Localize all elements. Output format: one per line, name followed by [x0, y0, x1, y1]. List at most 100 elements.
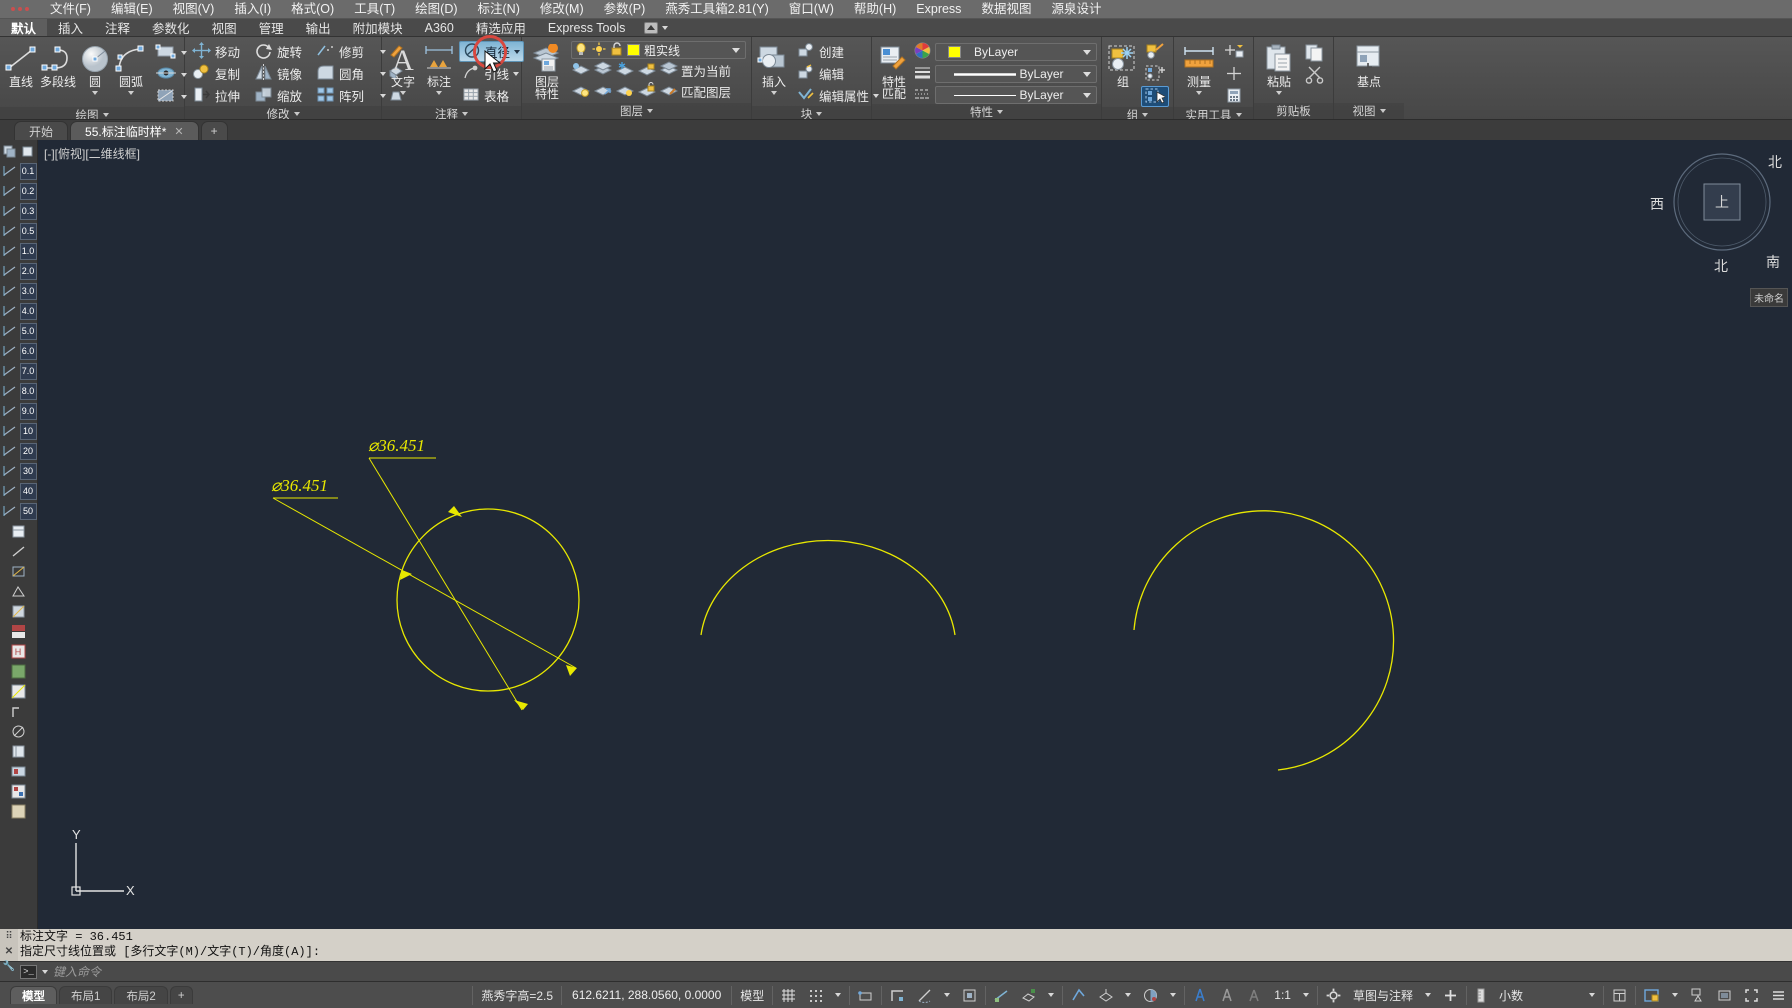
units-dropdown[interactable] — [1583, 984, 1601, 1006]
quick-access-toolbar[interactable] — [0, 0, 40, 19]
ribbon-tab-1[interactable]: 插入 — [47, 19, 94, 36]
layout-tab-2[interactable]: 布局2 — [114, 986, 168, 1004]
layer-thaw-icon[interactable] — [615, 82, 635, 101]
view-cube[interactable]: 上 北 西 — [1650, 150, 1782, 274]
tool-line[interactable]: 直线 — [4, 40, 38, 89]
chevron-down-icon[interactable] — [42, 969, 48, 974]
tool-circle[interactable]: 圆 — [78, 40, 112, 95]
menu-item-14[interactable]: 数据视图 — [971, 0, 1041, 19]
tool-array[interactable]: 阵列 — [313, 85, 373, 106]
panel-utilities-title[interactable]: 实用工具 — [1174, 107, 1253, 119]
chevron-down-icon[interactable] — [128, 91, 135, 95]
match-layer-label[interactable]: 匹配图层 — [681, 82, 731, 101]
workspace-dropdown[interactable] — [1419, 984, 1437, 1006]
workspace-gear-icon[interactable] — [1320, 984, 1347, 1006]
chevron-down-icon[interactable] — [1142, 113, 1149, 117]
draw-order-back-icon[interactable] — [19, 143, 37, 161]
dim-tool-icon-8[interactable] — [1, 322, 19, 340]
tool-trim[interactable]: 修剪 — [313, 41, 373, 62]
chevron-down-icon[interactable] — [293, 112, 300, 116]
dim-size-label-1[interactable]: 0.2 — [19, 182, 37, 200]
tool-arc[interactable]: 圆弧 — [114, 40, 148, 95]
left-tool-14[interactable] — [10, 802, 28, 820]
chevron-down-icon[interactable] — [1235, 113, 1242, 117]
layer-unlock-icon[interactable] — [637, 82, 657, 101]
osnap-tracking-toggle[interactable] — [988, 984, 1015, 1006]
lock-ui-dropdown[interactable] — [1666, 984, 1684, 1006]
tool-cut-clip[interactable] — [1301, 65, 1329, 86]
annotation-scale-dropdown[interactable] — [1297, 984, 1315, 1006]
file-tab-1[interactable]: 55.标注临时样* ✕ — [70, 121, 199, 140]
autoscale-toggle[interactable] — [1214, 984, 1241, 1006]
panel-block-title[interactable]: 块 — [752, 106, 871, 119]
model-space-indicator[interactable]: 模型 — [734, 984, 770, 1006]
tool-base-point[interactable]: 基点 — [1345, 40, 1393, 89]
draw-order-icon[interactable] — [1, 143, 19, 161]
menu-item-5[interactable]: 工具(T) — [344, 0, 405, 19]
ribbon-tab-7[interactable]: 附加模块 — [342, 19, 414, 36]
ribbon-tab-3[interactable]: 参数化 — [141, 19, 201, 36]
tool-group-select[interactable] — [1141, 86, 1169, 107]
status-bar-more-menu[interactable] — [1765, 984, 1792, 1006]
chevron-down-icon[interactable] — [662, 25, 669, 30]
dim-tool-icon-14[interactable] — [1, 442, 19, 460]
drag-handle-icon[interactable]: ⠿ — [5, 930, 12, 945]
dim-size-label-12[interactable]: 9.0 — [19, 402, 37, 420]
dim-size-label-16[interactable]: 40 — [19, 482, 37, 500]
command-grip[interactable]: ⠿ ✕ 🔧 — [0, 929, 18, 973]
dim-tool-icon-0[interactable] — [1, 162, 19, 180]
dim-tool-icon-15[interactable] — [1, 462, 19, 480]
dim-size-label-0[interactable]: 0.1 — [19, 162, 37, 180]
dim-tool-icon-3[interactable] — [1, 222, 19, 240]
dim-tool-icon-6[interactable] — [1, 282, 19, 300]
ribbon-tab-9[interactable]: 精选应用 — [465, 19, 537, 36]
ribbon-tab-8[interactable]: A360 — [414, 19, 465, 36]
layer-lock-icon[interactable] — [637, 61, 657, 80]
left-tool-9[interactable] — [10, 702, 28, 720]
units-icon[interactable] — [1469, 984, 1493, 1006]
close-icon[interactable]: ✕ — [174, 125, 183, 138]
chevron-down-icon[interactable] — [1276, 91, 1282, 95]
tool-quick-select[interactable] — [1221, 42, 1247, 63]
menu-item-9[interactable]: 参数(P) — [594, 0, 656, 19]
fullscreen-toggle[interactable] — [1738, 984, 1765, 1006]
property-linetype-dropdown[interactable]: ByLayer — [935, 86, 1097, 104]
dim-tool-icon-5[interactable] — [1, 262, 19, 280]
quick-properties-toggle[interactable] — [1606, 984, 1633, 1006]
chevron-down-icon[interactable] — [1196, 91, 1202, 95]
wrench-icon[interactable]: 🔧 — [3, 960, 15, 975]
text-height-indicator[interactable]: 燕秀字高=2.5 — [475, 984, 559, 1006]
transparency-dropdown[interactable] — [1164, 984, 1182, 1006]
panel-layers-title[interactable]: 图层 — [522, 103, 751, 119]
left-tool-10[interactable] — [10, 722, 28, 740]
lightbulb-icon[interactable] — [574, 42, 588, 59]
tool-stretch[interactable]: 拉伸 — [189, 85, 249, 106]
chevron-down-icon[interactable] — [1083, 71, 1091, 77]
dynamic-input-toggle[interactable] — [1065, 984, 1092, 1006]
dim-size-label-2[interactable]: 0.3 — [19, 202, 37, 220]
dim-size-label-3[interactable]: 0.5 — [19, 222, 37, 240]
annotation-scale-sync[interactable] — [1241, 984, 1268, 1006]
tool-ungroup[interactable] — [1141, 64, 1169, 85]
property-color-dropdown[interactable]: ByLayer — [935, 43, 1097, 61]
chevron-down-icon[interactable] — [771, 91, 777, 95]
file-tab-0[interactable]: 开始 — [14, 121, 69, 140]
chevron-down-icon[interactable] — [513, 71, 520, 76]
dim-tool-icon-9[interactable] — [1, 342, 19, 360]
command-input-row[interactable]: >_ 键入命令 — [0, 961, 1792, 981]
infer-constraints-toggle[interactable] — [852, 984, 879, 1006]
dim-tool-icon-12[interactable] — [1, 402, 19, 420]
match-layer-icon[interactable] — [659, 82, 679, 101]
customization-add-icon[interactable] — [1437, 984, 1464, 1006]
set-current-label[interactable]: 置为当前 — [681, 61, 731, 80]
ribbon-tab-4[interactable]: 视图 — [201, 19, 248, 36]
dim-size-label-4[interactable]: 1.0 — [19, 242, 37, 260]
lineweight-toggle[interactable] — [1092, 984, 1119, 1006]
dim-size-label-13[interactable]: 10 — [19, 422, 37, 440]
panel-view-title[interactable]: 视图 — [1334, 103, 1404, 119]
command-history[interactable]: ⠿ ✕ 🔧 标注文字 = 36.451 指定尺寸线位置或 [多行文字(M)/文字… — [0, 929, 1792, 973]
dim-tool-icon-10[interactable] — [1, 362, 19, 380]
tool-calculator[interactable] — [1221, 86, 1247, 107]
layer-on-icon[interactable] — [571, 82, 591, 101]
dim-tool-icon-16[interactable] — [1, 482, 19, 500]
